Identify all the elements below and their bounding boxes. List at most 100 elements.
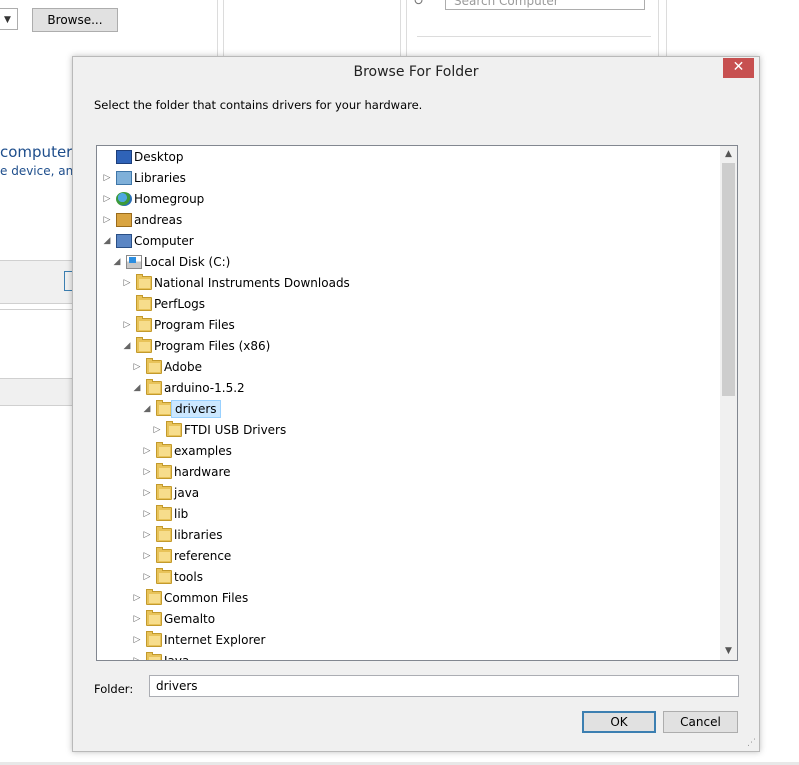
background-heading: computer: [0, 143, 73, 161]
tree-item[interactable]: ▷ hardware: [97, 463, 717, 481]
expanded-arrow-icon[interactable]: ◢: [132, 379, 142, 397]
background-button[interactable]: [64, 271, 72, 291]
tree-item[interactable]: ◢ arduino-1.5.2: [97, 379, 717, 397]
tree-item[interactable]: ▷ libraries: [97, 526, 717, 544]
scroll-down-icon[interactable]: ▼: [720, 643, 737, 660]
background-dropdown[interactable]: ▼: [0, 8, 18, 30]
tree-item[interactable]: ▷ andreas: [97, 211, 717, 229]
tree-item[interactable]: ▷ Program Files: [97, 316, 717, 334]
tree-item-label: Common Files: [164, 591, 249, 605]
folder-icon: [146, 379, 162, 395]
tree-item-label: Internet Explorer: [164, 633, 266, 647]
tree-item[interactable]: ◢ Computer: [97, 232, 717, 250]
tree-item[interactable]: ▷ National Instruments Downloads: [97, 274, 717, 292]
expanded-arrow-icon[interactable]: ◢: [102, 232, 112, 250]
instruction-text: Select the folder that contains drivers …: [94, 98, 423, 112]
collapsed-arrow-icon[interactable]: ▷: [142, 526, 152, 544]
collapsed-arrow-icon[interactable]: ▷: [102, 169, 112, 187]
tree-item[interactable]: ▷ Libraries: [97, 169, 717, 187]
collapsed-arrow-icon[interactable]: ▷: [102, 190, 112, 208]
folder-icon: [146, 631, 162, 647]
tree-item[interactable]: PerfLogs: [97, 295, 717, 313]
tree-item[interactable]: ▷ Java: [97, 652, 717, 661]
local-disk-icon: [126, 255, 142, 269]
folder-input[interactable]: [149, 675, 739, 697]
background-divider: [217, 0, 218, 56]
collapsed-arrow-icon[interactable]: ▷: [142, 484, 152, 502]
ok-button[interactable]: OK: [582, 711, 656, 733]
tree-item[interactable]: ▷ java: [97, 484, 717, 502]
background-panel: [0, 378, 72, 406]
tree-item-label: National Instruments Downloads: [154, 276, 350, 290]
refresh-icon[interactable]: ↻: [413, 0, 424, 9]
collapsed-arrow-icon[interactable]: ▷: [102, 211, 112, 229]
tree-item[interactable]: ▷ FTDI USB Drivers: [97, 421, 717, 439]
collapsed-arrow-icon[interactable]: ▷: [132, 589, 142, 607]
resize-grip-icon[interactable]: ⋰: [747, 738, 756, 748]
expanded-arrow-icon[interactable]: ◢: [112, 253, 122, 271]
collapsed-arrow-icon[interactable]: ▷: [142, 463, 152, 481]
tree-item[interactable]: ▷ examples: [97, 442, 717, 460]
folder-tree[interactable]: Desktop ▷ Libraries ▷ Homegroup ▷ andreas ◢ Comp…: [96, 145, 738, 661]
computer-icon: [116, 234, 132, 248]
collapsed-arrow-icon[interactable]: ▷: [142, 442, 152, 460]
tree-item[interactable]: ▷ tools: [97, 568, 717, 586]
tree-item-label: lib: [174, 507, 189, 521]
tree-item-label: Gemalto: [164, 612, 216, 626]
scrollbar-thumb[interactable]: [722, 163, 735, 396]
dialog-title: Browse For Folder: [353, 64, 479, 80]
folder-icon: [156, 505, 172, 521]
collapsed-arrow-icon[interactable]: ▷: [122, 316, 132, 334]
background-divider: [406, 0, 407, 56]
libraries-icon: [116, 171, 132, 185]
collapsed-arrow-icon[interactable]: ▷: [142, 568, 152, 586]
folder-icon: [156, 400, 172, 416]
folder-icon: [146, 610, 162, 626]
tree-item-label: libraries: [174, 528, 223, 542]
cancel-button[interactable]: Cancel: [663, 711, 738, 733]
folder-icon: [166, 421, 182, 437]
background-divider: [417, 36, 651, 37]
folder-icon: [136, 337, 152, 353]
tree-item[interactable]: ◢ Program Files (x86): [97, 337, 717, 355]
tree-item-label: FTDI USB Drivers: [184, 423, 287, 437]
expanded-arrow-icon[interactable]: ◢: [142, 400, 152, 418]
folder-icon: [146, 589, 162, 605]
expanded-arrow-icon[interactable]: ◢: [122, 337, 132, 355]
tree-item[interactable]: ▷ Internet Explorer: [97, 631, 717, 649]
collapsed-arrow-icon[interactable]: ▷: [152, 421, 162, 439]
tree-item[interactable]: ▷ lib: [97, 505, 717, 523]
background-search-input[interactable]: Search Computer: [445, 0, 645, 10]
tree-item[interactable]: ▷ Gemalto: [97, 610, 717, 628]
collapsed-arrow-icon[interactable]: ▷: [132, 610, 142, 628]
tree-item-label: Java: [164, 654, 190, 661]
close-icon: ✕: [732, 59, 745, 75]
background-divider: [223, 0, 224, 56]
tree-item[interactable]: ◢ Local Disk (C:): [97, 253, 717, 271]
tree-item-label: java: [174, 486, 200, 500]
tree-item[interactable]: ▷ reference: [97, 547, 717, 565]
collapsed-arrow-icon[interactable]: ▷: [122, 274, 132, 292]
title-bar[interactable]: Browse For Folder ✕: [73, 57, 759, 87]
close-button[interactable]: ✕: [723, 58, 754, 78]
collapsed-arrow-icon[interactable]: ▷: [132, 358, 142, 376]
tree-item[interactable]: ▷ Adobe: [97, 358, 717, 376]
collapsed-arrow-icon[interactable]: ▷: [142, 505, 152, 523]
tree-item[interactable]: ▷ Common Files: [97, 589, 717, 607]
tree-item[interactable]: Desktop: [97, 148, 717, 166]
folder-icon: [136, 274, 152, 290]
homegroup-icon: [116, 192, 132, 206]
tree-item-label: hardware: [174, 465, 231, 479]
background-browse-button[interactable]: Browse...: [32, 8, 118, 32]
scroll-up-icon[interactable]: ▲: [720, 146, 737, 163]
tree-item[interactable]: ◢ drivers: [97, 400, 717, 418]
tree-item-label: Desktop: [134, 150, 184, 164]
folder-icon: [156, 547, 172, 563]
tree-item[interactable]: ▷ Homegroup: [97, 190, 717, 208]
chevron-down-icon: ▼: [4, 15, 11, 25]
tree-scrollbar[interactable]: ▲ ▼: [720, 146, 737, 660]
collapsed-arrow-icon[interactable]: ▷: [132, 631, 142, 649]
collapsed-arrow-icon[interactable]: ▷: [142, 547, 152, 565]
tree-item-label: Adobe: [164, 360, 202, 374]
collapsed-arrow-icon[interactable]: ▷: [132, 652, 142, 660]
